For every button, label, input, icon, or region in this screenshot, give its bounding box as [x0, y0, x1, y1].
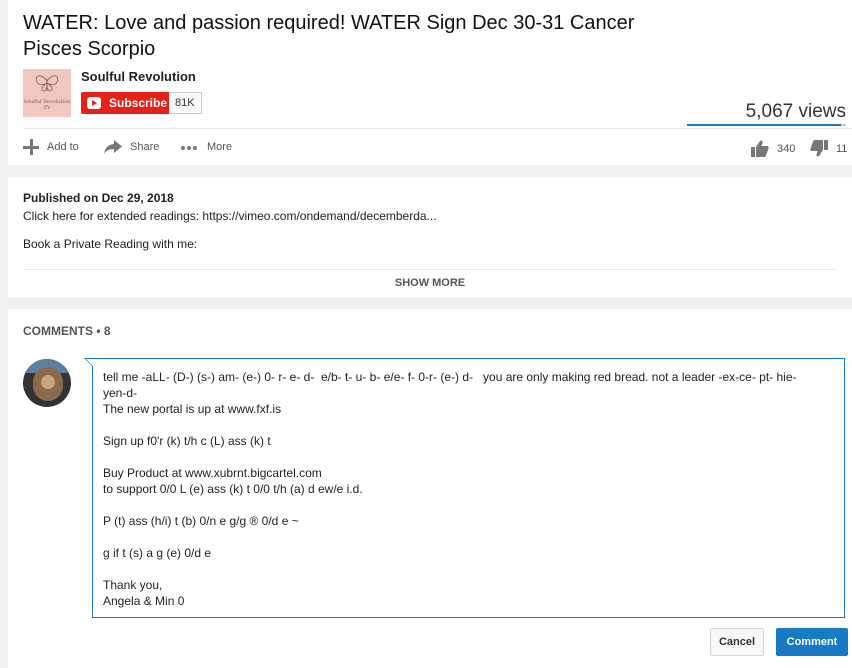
comment-submit-button[interactable]: Comment [776, 628, 848, 656]
description-line: Click here for extended readings: https:… [23, 209, 437, 223]
comments-card: COMMENTS • 8 tell me -aLL- (D-) (s-) am-… [8, 309, 852, 668]
more-label: More [207, 141, 233, 153]
show-more-button[interactable]: SHOW MORE [8, 277, 852, 289]
channel-avatar[interactable]: Soulful Revolution TV [23, 69, 71, 117]
like-ratio-bar [687, 124, 846, 126]
divider [23, 128, 852, 129]
description-line: Book a Private Reading with me: [23, 237, 198, 251]
subscribe-label: Subscribe [109, 96, 168, 110]
subscriber-count: 81K [169, 92, 202, 114]
channel-name-link[interactable]: Soulful Revolution [81, 69, 196, 84]
dislike-count: 11 [836, 142, 848, 155]
cancel-button[interactable]: Cancel [710, 628, 764, 656]
description-card: Published on Dec 29, 2018 Click here for… [8, 177, 852, 297]
comment-draft-text[interactable]: tell me -aLL- (D-) (s-) am- (e-) 0- r- e… [103, 369, 833, 609]
video-title: WATER: Love and passion required! WATER … [23, 12, 635, 60]
thumbs-up-icon [751, 140, 769, 157]
view-count: 5,067 views [745, 101, 846, 122]
video-info-card: WATER: Love and passion required! WATER … [8, 0, 852, 165]
like-count: 340 [777, 142, 796, 155]
avatar [23, 359, 71, 407]
published-date: Published on Dec 29, 2018 [23, 191, 174, 205]
more-dots-icon [181, 141, 199, 153]
comments-header: COMMENTS • 8 [23, 324, 111, 338]
divider [23, 269, 837, 270]
add-to-label: Add to [47, 141, 79, 153]
more-button[interactable]: More [181, 138, 232, 156]
thumbs-down-icon [810, 140, 828, 157]
dislike-button[interactable]: 11 [810, 140, 847, 157]
channel-logo-text: Soulful Revolution TV [23, 99, 71, 111]
add-to-button[interactable]: Add to [23, 138, 79, 156]
comment-input[interactable]: tell me -aLL- (D-) (s-) am- (e-) 0- r- e… [84, 358, 845, 618]
butterfly-logo-icon [35, 75, 59, 92]
like-button[interactable]: 340 [751, 140, 795, 157]
youtube-play-icon [87, 97, 101, 109]
share-arrow-icon [104, 140, 122, 154]
share-label: Share [130, 141, 160, 153]
plus-icon [23, 139, 39, 155]
share-button[interactable]: Share [104, 138, 159, 156]
like-ratio-fill [687, 124, 842, 126]
subscribe-button[interactable]: Subscribe [81, 92, 169, 114]
